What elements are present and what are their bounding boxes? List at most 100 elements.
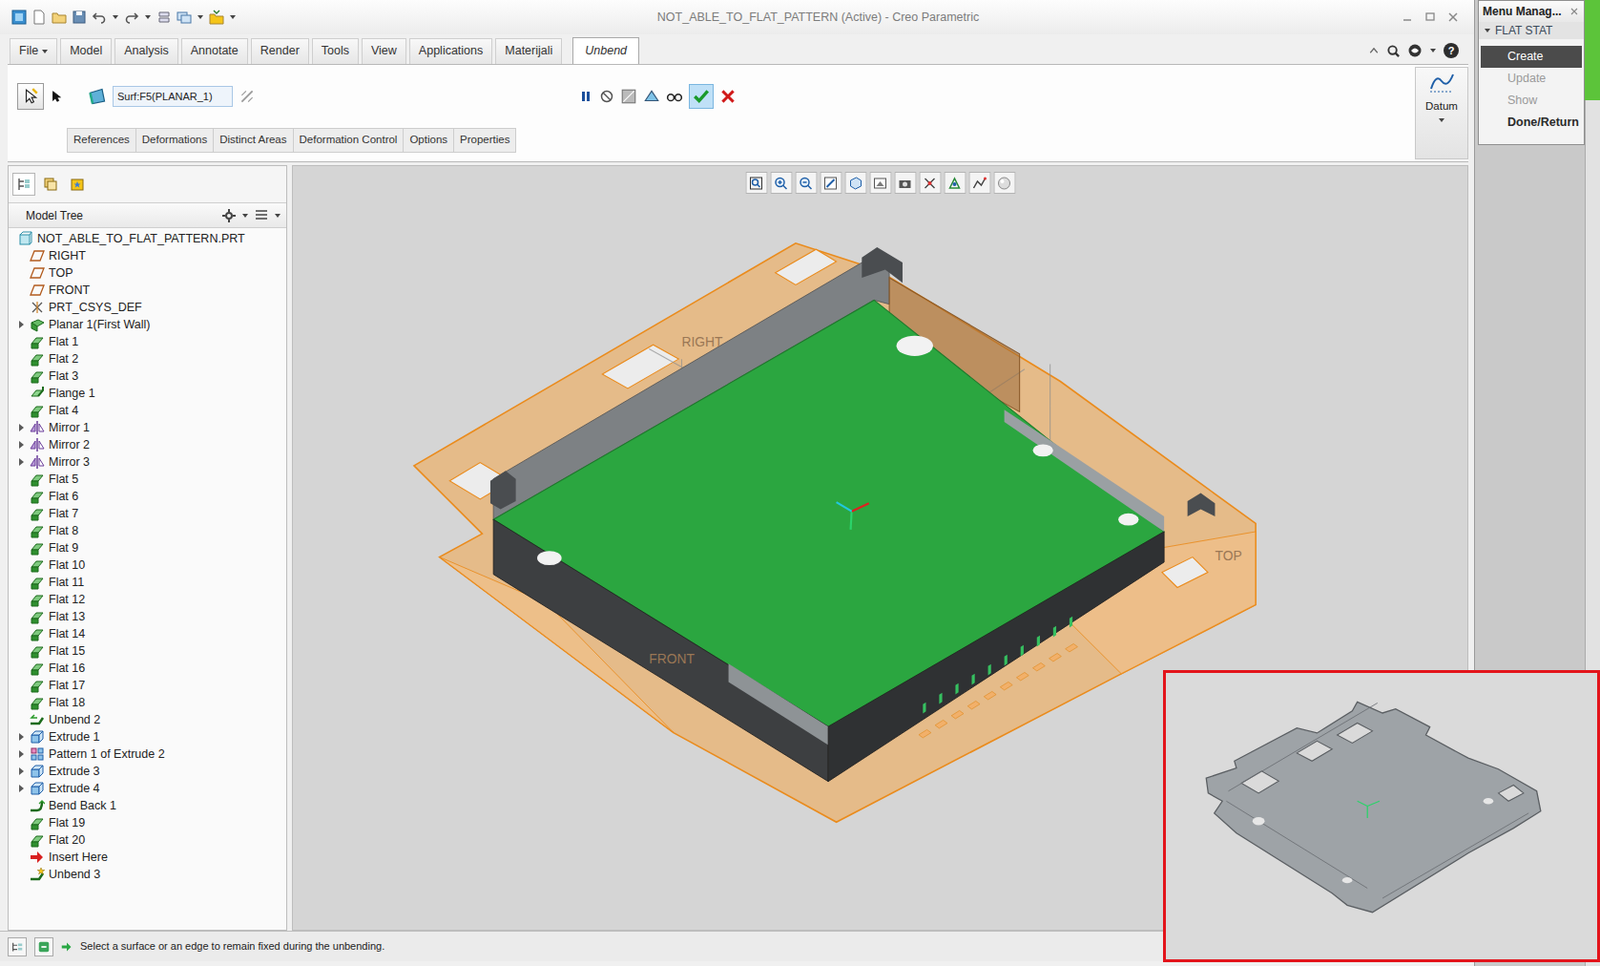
maximize-icon[interactable]	[1422, 9, 1438, 25]
tree-item[interactable]: Flat 13	[8, 607, 287, 625]
verify-icon[interactable]	[665, 87, 684, 105]
ribbon-tab[interactable]: Render	[250, 38, 310, 64]
tree-item[interactable]: TOP	[8, 264, 287, 282]
datum-display-button[interactable]	[943, 171, 966, 194]
tree-item[interactable]: Flange 1	[8, 384, 287, 402]
preview-geometry-icon[interactable]	[620, 87, 638, 105]
subtab[interactable]: References	[66, 127, 137, 152]
navigator-toggle[interactable]	[7, 936, 27, 956]
tree-item[interactable]: Extrude 3	[8, 762, 287, 780]
tree-item[interactable]: Flat 6	[8, 487, 287, 505]
zoom-in-button[interactable]	[769, 171, 792, 194]
tree-item[interactable]: Bend Back 1	[8, 796, 287, 814]
settings-icon[interactable]	[221, 207, 237, 224]
tree-item[interactable]: Flat 7	[8, 504, 287, 522]
close-icon[interactable]	[1568, 5, 1580, 18]
windows-menu-icon[interactable]	[196, 9, 205, 25]
menu-section[interactable]: FLAT STAT	[1478, 21, 1584, 40]
undo-menu-icon[interactable]	[111, 9, 120, 25]
tree-item[interactable]: Unbend 2	[8, 710, 287, 728]
tree-item[interactable]: Flat 16	[8, 659, 287, 677]
tree-item[interactable]: Planar 1(First Wall)	[8, 315, 287, 333]
ribbon-tab[interactable]: Applications	[409, 38, 493, 64]
tree-item[interactable]: Flat 5	[8, 470, 287, 488]
ribbon-tab[interactable]: Analysis	[114, 38, 179, 64]
menu-item[interactable]: Create	[1480, 45, 1582, 68]
fixed-surface-icon[interactable]	[87, 86, 107, 106]
tree-item[interactable]: Flat 10	[8, 556, 287, 574]
minimize-ribbon-icon[interactable]	[1368, 44, 1380, 57]
tree-item[interactable]: Pattern 1 of Extrude 2	[8, 745, 287, 763]
tree-item[interactable]: Flat 17	[8, 676, 287, 694]
regenerate-icon[interactable]	[156, 9, 172, 25]
datum-plane-label[interactable]: RIGHT	[681, 333, 724, 350]
minimize-icon[interactable]	[1399, 9, 1415, 25]
save-icon[interactable]	[71, 9, 87, 25]
appearance-button[interactable]	[993, 171, 1016, 194]
redo-icon[interactable]	[124, 9, 140, 25]
ribbon-tab[interactable]: Tools	[311, 38, 359, 64]
expand-arrow-icon[interactable]	[16, 731, 26, 742]
ribbon-tab[interactable]: View	[361, 38, 407, 64]
saved-views-button[interactable]	[869, 171, 892, 194]
ribbon-tab[interactable]: Materijali	[495, 38, 562, 64]
tree-item[interactable]: Flat 11	[8, 573, 287, 591]
customize-menu-icon[interactable]	[228, 9, 237, 25]
ribbon-tab[interactable]: File	[9, 38, 58, 64]
favorites-tab[interactable]	[65, 172, 89, 196]
show-caret-icon[interactable]	[274, 213, 281, 218]
help-button[interactable]: ?	[1443, 42, 1459, 59]
tree-item[interactable]: RIGHT	[8, 247, 287, 265]
expand-arrow-icon[interactable]	[16, 748, 26, 759]
subtab[interactable]: Options	[402, 127, 455, 152]
close-icon[interactable]	[1445, 9, 1461, 25]
subtab[interactable]: Deformations	[135, 127, 214, 152]
refit-button[interactable]	[745, 171, 768, 194]
tree-item[interactable]: Flat 14	[8, 624, 287, 643]
pointer-icon[interactable]	[49, 88, 63, 104]
folder-browser-tab[interactable]	[39, 172, 63, 196]
ok-button[interactable]	[688, 83, 714, 109]
expand-arrow-icon[interactable]	[16, 319, 26, 330]
new-file-icon[interactable]	[31, 9, 47, 25]
model-tree-tab[interactable]	[12, 172, 36, 196]
menu-item[interactable]: Done/Return	[1480, 111, 1582, 134]
command-search-icon[interactable]	[1407, 42, 1423, 59]
ribbon-tab[interactable]: Unbend	[572, 37, 640, 65]
open-file-icon[interactable]	[51, 9, 67, 25]
reference-field[interactable]: Surf:F5(PLANAR_1)	[112, 85, 233, 108]
redo-menu-icon[interactable]	[144, 9, 152, 25]
tree-item[interactable]: NOT_ABLE_TO_FLAT_PATTERN.PRT	[8, 229, 287, 248]
selection-tool-button[interactable]	[17, 83, 44, 110]
tree-item[interactable]: PRT_CSYS_DEF	[8, 298, 287, 316]
tree-item[interactable]: Insert Here	[8, 848, 287, 866]
tree-item[interactable]: Flat 9	[8, 539, 287, 557]
tree-item[interactable]: Unbend 3	[8, 865, 287, 883]
tree-item[interactable]: Mirror 3	[8, 453, 287, 471]
search-icon[interactable]	[1386, 43, 1401, 59]
browser-toggle[interactable]	[34, 936, 54, 956]
tree-item[interactable]: Flat 18	[8, 693, 287, 711]
close-window-icon[interactable]	[208, 9, 225, 25]
annotation-display-button[interactable]	[918, 171, 941, 194]
tree-item[interactable]: Flat 19	[8, 813, 287, 832]
tree-item[interactable]: Flat 15	[8, 642, 287, 660]
flip-direction-icon[interactable]	[238, 87, 256, 105]
tree-item[interactable]: Extrude 4	[8, 779, 287, 797]
expand-arrow-icon[interactable]	[16, 439, 26, 450]
tree-item[interactable]: Flat 1	[8, 332, 287, 351]
datum-group[interactable]: Datum	[1414, 66, 1469, 160]
datum-plane-label[interactable]: FRONT	[648, 650, 695, 666]
view-manager-button[interactable]	[893, 171, 916, 194]
spin-center-button[interactable]	[968, 171, 991, 194]
subtab[interactable]: Distinct Areas	[212, 127, 293, 152]
tree-item[interactable]: Flat 4	[8, 401, 287, 419]
expand-arrow-icon[interactable]	[16, 783, 26, 793]
repaint-button[interactable]	[819, 171, 842, 194]
subtab[interactable]: Properties	[453, 127, 517, 152]
zoom-out-button[interactable]	[794, 171, 817, 194]
show-icon[interactable]	[253, 207, 270, 224]
pause-icon[interactable]	[578, 88, 594, 104]
tree-item[interactable]: Mirror 2	[8, 436, 287, 454]
cancel-icon[interactable]	[719, 87, 737, 105]
